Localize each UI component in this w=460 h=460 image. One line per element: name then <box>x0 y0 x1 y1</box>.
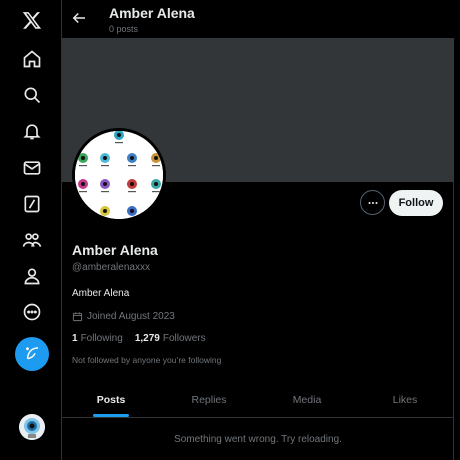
follow-button[interactable]: Follow <box>389 190 443 216</box>
followers-label: Followers <box>162 333 206 344</box>
following-link[interactable]: 1 Following <box>72 333 123 344</box>
profile-name: Amber Alena <box>72 242 158 258</box>
tab-posts[interactable]: Posts <box>62 382 160 417</box>
not-followed-notice: Not followed by anyone you’re following <box>72 355 222 365</box>
communities-icon[interactable] <box>14 222 50 258</box>
tab-likes[interactable]: Likes <box>356 382 454 417</box>
top-bar: Amber Alena 0 posts <box>62 0 454 38</box>
avatar-eye-color-grid-image <box>75 131 163 219</box>
more-dots-icon <box>367 201 378 204</box>
calendar-icon <box>72 312 83 322</box>
profile-main: Amber Alena 0 posts Follow Amber Alena @… <box>62 0 454 460</box>
back-arrow-icon[interactable] <box>70 9 88 27</box>
sidebar-nav <box>0 0 62 460</box>
post-feather-icon <box>26 347 39 360</box>
post-button[interactable] <box>15 337 49 371</box>
following-label: Following <box>80 333 123 344</box>
x-logo-icon[interactable] <box>14 2 50 38</box>
followers-count: 1,279 <box>134 333 160 344</box>
grok-slash-icon[interactable] <box>14 186 50 222</box>
search-icon[interactable] <box>14 77 50 113</box>
joined-date-text: Joined August 2023 <box>87 311 175 322</box>
notifications-bell-icon[interactable] <box>14 113 50 149</box>
profile-avatar[interactable] <box>72 128 166 222</box>
more-circle-icon[interactable] <box>14 294 50 330</box>
feed-error-message: Something went wrong. Try reloading. <box>174 434 342 445</box>
tab-media[interactable]: Media <box>258 382 356 417</box>
follow-stats: 1 Following 1,279 Followers <box>72 333 206 344</box>
following-count: 1 <box>72 333 78 344</box>
header-title: Amber Alena <box>109 5 195 21</box>
tab-replies[interactable]: Replies <box>160 382 258 417</box>
followers-link[interactable]: 1,279 Followers <box>135 333 206 344</box>
profile-handle: @amberalenaxxx <box>72 262 150 273</box>
account-avatar[interactable] <box>19 414 45 440</box>
profile-bio: Amber Alena <box>72 288 130 299</box>
home-icon[interactable] <box>14 41 50 77</box>
profile-person-icon[interactable] <box>14 258 50 294</box>
profile-tabs: Posts Replies Media Likes <box>62 382 454 418</box>
messages-envelope-icon[interactable] <box>14 150 50 186</box>
header-post-count: 0 posts <box>109 24 139 34</box>
more-options-button[interactable] <box>360 190 385 215</box>
joined-date: Joined August 2023 <box>72 311 175 322</box>
